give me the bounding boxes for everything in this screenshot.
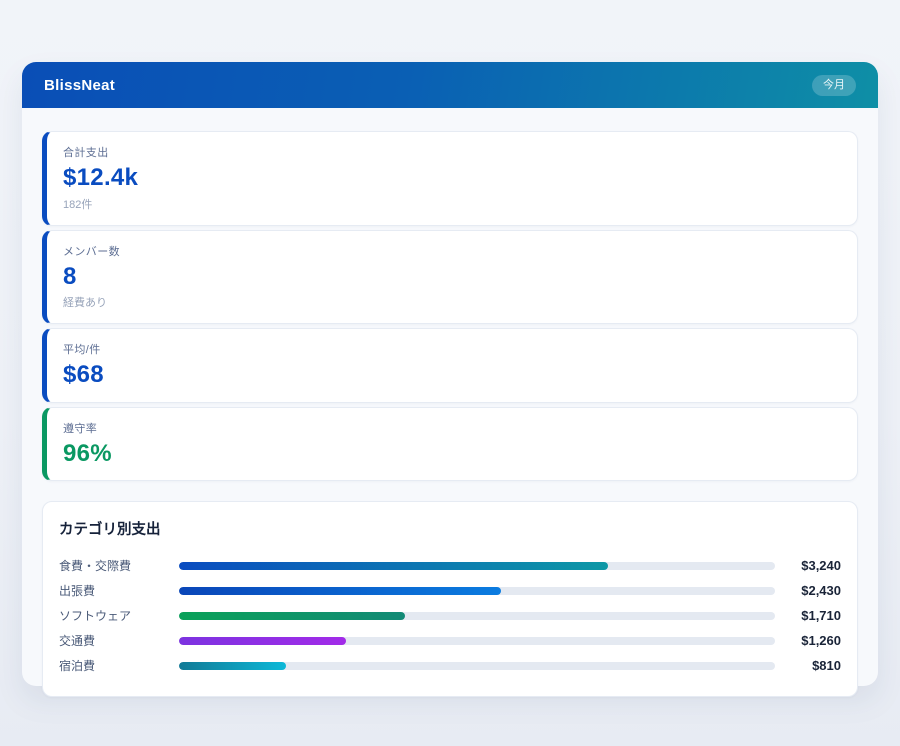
bar-fill xyxy=(179,587,501,595)
category-row: 宿泊費 $810 xyxy=(59,653,841,678)
category-row: 交通費 $1,260 xyxy=(59,628,841,653)
stat-value: 8 xyxy=(63,263,841,291)
category-amount: $3,240 xyxy=(775,558,841,573)
app-title: BlissNeat xyxy=(44,77,115,94)
stat-label: 平均/件 xyxy=(63,341,841,357)
bar-track xyxy=(179,637,775,645)
category-label: 宿泊費 xyxy=(59,657,179,674)
category-amount: $1,260 xyxy=(775,633,841,648)
bar-track xyxy=(179,587,775,595)
category-row: 食費・交際費 $3,240 xyxy=(59,553,841,578)
category-row: ソフトウェア $1,710 xyxy=(59,603,841,628)
bar-track xyxy=(179,662,775,670)
app-header: BlissNeat 今月 xyxy=(22,62,878,108)
expense-dashboard-window: BlissNeat 今月 合計支出 $12.4k 182件 メンバー数 8 経費… xyxy=(22,62,878,686)
stat-card-member-count: メンバー数 8 経費あり xyxy=(42,230,858,325)
category-label: 食費・交際費 xyxy=(59,557,179,574)
category-row: 出張費 $2,430 xyxy=(59,578,841,603)
stat-label: 合計支出 xyxy=(63,144,841,160)
stat-card-total-spend: 合計支出 $12.4k 182件 xyxy=(42,131,858,226)
category-amount: $810 xyxy=(775,658,841,673)
bar-fill xyxy=(179,637,346,645)
category-spend-card: カテゴリ別支出 食費・交際費 $3,240 出張費 $2,430 ソフトウェア … xyxy=(42,501,858,697)
stat-subtext: 182件 xyxy=(63,196,841,212)
stat-value: 96% xyxy=(63,440,841,468)
stat-label: メンバー数 xyxy=(63,243,841,259)
category-amount: $1,710 xyxy=(775,608,841,623)
bar-fill xyxy=(179,562,608,570)
category-label: ソフトウェア xyxy=(59,607,179,624)
category-amount: $2,430 xyxy=(775,583,841,598)
stat-subtext: 経費あり xyxy=(63,294,841,310)
category-label: 出張費 xyxy=(59,582,179,599)
stat-value: $12.4k xyxy=(63,164,841,192)
stat-value: $68 xyxy=(63,361,841,389)
category-label: 交通費 xyxy=(59,632,179,649)
bar-fill xyxy=(179,612,405,620)
bar-track xyxy=(179,612,775,620)
bar-fill xyxy=(179,662,286,670)
category-card-title: カテゴリ別支出 xyxy=(59,518,841,539)
stat-card-average-per-item: 平均/件 $68 xyxy=(42,328,858,403)
stat-card-compliance-rate: 遵守率 96% xyxy=(42,407,858,482)
bar-track xyxy=(179,562,775,570)
stat-label: 遵守率 xyxy=(63,420,841,436)
stats-section: 合計支出 $12.4k 182件 メンバー数 8 経費あり 平均/件 $68 遵… xyxy=(22,108,878,481)
period-badge[interactable]: 今月 xyxy=(812,75,856,96)
